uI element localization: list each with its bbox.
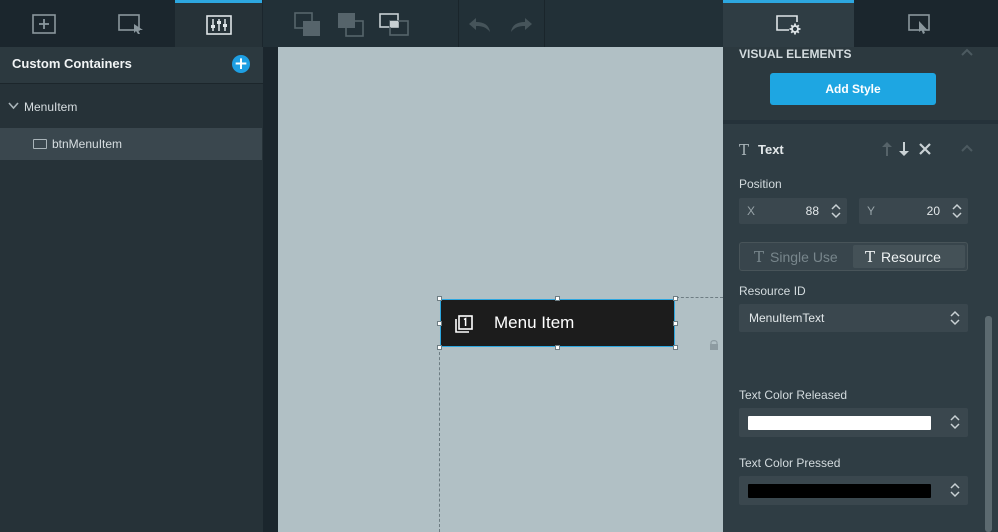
y-value: 20	[926, 204, 940, 218]
menu-item-label: Menu Item	[494, 313, 575, 332]
right-tab-bar	[723, 0, 998, 47]
select-arrows-icon	[950, 414, 960, 430]
send-backward-button[interactable]	[334, 10, 368, 40]
tree-group-label: MenuItem	[24, 100, 78, 114]
section-title: VISUAL ELEMENTS	[739, 47, 852, 61]
tab-select[interactable]	[87, 0, 174, 47]
text-element-header: T Text	[723, 124, 998, 176]
stepper-icon[interactable]	[952, 201, 962, 221]
screen-settings-icon	[775, 15, 800, 35]
select-icon	[117, 13, 143, 34]
bring-forward-button[interactable]	[291, 10, 325, 40]
tab-add[interactable]	[0, 0, 87, 47]
position-y-field[interactable]: Y 20	[859, 198, 968, 224]
section-title: Custom Containers	[12, 56, 132, 71]
menu-item-widget[interactable]: Menu Item	[440, 299, 675, 347]
resource-id-value: MenuItemText	[749, 311, 825, 325]
resize-handle[interactable]	[673, 321, 678, 326]
left-tab-bar	[0, 0, 263, 47]
align-icon	[379, 13, 409, 36]
resource-label: Resource	[881, 248, 941, 265]
text-icon: T	[754, 247, 765, 266]
text-icon: T	[739, 141, 750, 159]
stage-boundary	[676, 297, 723, 298]
stepper-icon[interactable]	[831, 201, 841, 221]
tree-item-label: btnMenuItem	[52, 137, 123, 151]
send-backward-icon	[338, 13, 364, 37]
undo-button[interactable]	[463, 10, 497, 40]
left-panel: Custom Containers + MenuItem btnMenuItem	[0, 0, 263, 532]
select-arrows-icon	[950, 482, 960, 498]
x-axis-label: X	[747, 204, 756, 218]
resize-handle[interactable]	[673, 345, 678, 350]
properties-icon	[205, 15, 232, 35]
add-container-button[interactable]: +	[232, 55, 250, 73]
plus-icon: +	[233, 54, 249, 74]
right-panel-scrollbar[interactable]	[985, 316, 992, 532]
tab-interactions[interactable]	[854, 0, 985, 47]
tree-group-menuitem[interactable]: MenuItem	[0, 92, 263, 124]
bring-forward-icon	[294, 12, 320, 36]
text-color-pressed-label: Text Color Pressed	[739, 456, 841, 470]
undo-icon	[469, 18, 490, 32]
x-value: 88	[805, 204, 819, 218]
add-style-button[interactable]: Add Style	[770, 73, 936, 105]
resize-handle[interactable]	[437, 321, 442, 326]
text-color-released-select[interactable]	[739, 408, 968, 437]
custom-containers-header: Custom Containers +	[0, 47, 263, 84]
stage-boundary	[439, 347, 440, 532]
resource-option[interactable]: T Resource	[853, 245, 965, 268]
y-axis-label: Y	[867, 204, 876, 218]
color-swatch	[748, 416, 931, 430]
text-mode-toggle: T Single Use T Resource	[739, 242, 968, 271]
move-down-icon[interactable]	[898, 141, 910, 157]
right-panel: VISUAL ELEMENTS Add Style T Text Positio	[723, 0, 998, 532]
add-icon	[31, 13, 56, 34]
color-swatch	[748, 484, 931, 498]
text-color-pressed-select[interactable]	[739, 476, 968, 505]
button-widget-icon	[33, 139, 47, 149]
resize-handle[interactable]	[673, 296, 678, 301]
position-x-field[interactable]: X 88	[739, 198, 847, 224]
close-icon[interactable]	[919, 143, 931, 155]
resource-id-label: Resource ID	[739, 284, 806, 298]
chevron-up-icon[interactable]	[961, 144, 973, 152]
text-element-title: Text	[758, 142, 784, 157]
resize-handle[interactable]	[555, 296, 560, 301]
redo-button[interactable]	[504, 10, 538, 40]
chevron-down-icon[interactable]	[8, 102, 19, 110]
resize-handle[interactable]	[437, 296, 442, 301]
single-use-label: Single Use	[770, 248, 838, 265]
select-arrows-icon	[950, 310, 960, 326]
design-canvas[interactable]	[278, 47, 723, 532]
visual-elements-section: VISUAL ELEMENTS Add Style	[723, 47, 998, 120]
move-up-icon[interactable]	[881, 141, 893, 157]
single-use-option[interactable]: T Single Use	[742, 245, 852, 268]
layers-numbered-icon	[455, 315, 473, 333]
tab-screen-settings[interactable]	[723, 0, 854, 47]
toolbar-separator	[544, 0, 545, 47]
resize-handle[interactable]	[437, 345, 442, 350]
chevron-up-icon[interactable]	[961, 48, 973, 56]
resize-handle[interactable]	[555, 345, 560, 350]
app-window: Custom Containers + MenuItem btnMenuItem	[0, 0, 998, 532]
interaction-icon	[907, 13, 930, 34]
align-button[interactable]	[377, 10, 411, 40]
text-resource-icon: T	[865, 247, 876, 266]
tab-properties[interactable]	[175, 0, 262, 47]
toolbar	[263, 0, 723, 47]
text-color-released-label: Text Color Released	[739, 388, 848, 402]
position-label: Position	[739, 177, 782, 191]
lock-icon[interactable]	[709, 339, 719, 350]
resource-id-select[interactable]: MenuItemText	[739, 304, 968, 332]
redo-icon	[511, 18, 532, 32]
toolbar-separator	[458, 0, 459, 47]
tree-item-btnmenuitem[interactable]: btnMenuItem	[0, 128, 262, 160]
